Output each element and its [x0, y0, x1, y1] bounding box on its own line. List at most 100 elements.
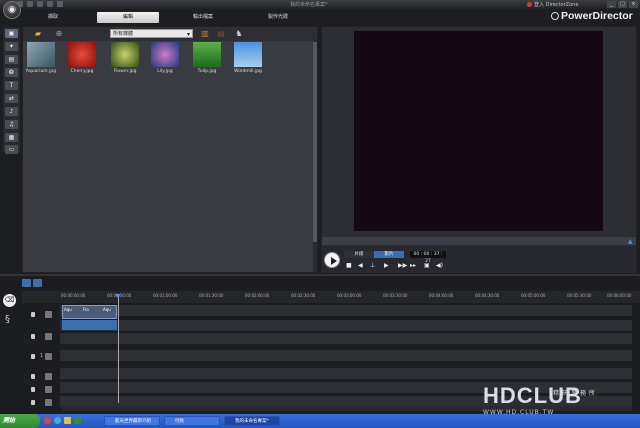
video-track[interactable]	[60, 305, 632, 316]
media-item[interactable]	[193, 42, 221, 67]
media-room-icon[interactable]: ▣	[5, 29, 18, 38]
app-logo-icon[interactable]: ◉	[3, 1, 21, 19]
taskbar-item[interactable]: 藍光世界最新介紹	[104, 416, 160, 426]
taskbar-item[interactable]: 付款	[164, 416, 220, 426]
ruler-tick: 00:04:30:00	[475, 293, 500, 298]
ie-icon[interactable]	[54, 417, 61, 424]
particle-room-icon[interactable]: ❂	[5, 68, 18, 77]
brand-title: PowerDirector	[551, 10, 633, 22]
taskbar-item-active[interactable]: 我的未命名專案*	[224, 416, 280, 426]
title-bar: 我的未命名專案* 登入 DirectorZone	[0, 0, 640, 9]
title-track-header	[22, 385, 59, 396]
download-media-icon[interactable]: ⊕	[53, 29, 65, 38]
preview-scrub-bar[interactable]	[322, 237, 636, 245]
fast-forward-icon[interactable]: ▶▶	[398, 262, 407, 269]
media-filter-select[interactable]: 所有媒體	[110, 29, 193, 39]
view-audio-icon[interactable]: ♞	[233, 29, 245, 38]
quick-launch	[44, 417, 81, 424]
library-toolbar: ▰ ⊕ 所有媒體 ▥ ▤ ♞	[23, 27, 317, 41]
start-button[interactable]: 開始	[0, 414, 40, 428]
save-project-icon[interactable]	[37, 1, 43, 7]
cyberlink-logo-icon	[551, 12, 559, 20]
view-video-icon[interactable]: ▥	[199, 29, 211, 38]
pip-track[interactable]	[60, 333, 632, 344]
pip-track-header: 1	[22, 352, 59, 363]
video-track-header	[22, 310, 59, 321]
timecode-display[interactable]: 00 : 00 : 37 : 27	[410, 251, 446, 264]
delete-icon[interactable]: ⌫	[3, 294, 16, 307]
view-image-icon[interactable]: ▤	[215, 29, 227, 38]
ruler-tick: 00:02:00:00	[245, 293, 270, 298]
open-project-icon[interactable]	[27, 1, 33, 7]
ruler-tick: 00:02:30:00	[291, 293, 316, 298]
app-icon[interactable]	[74, 417, 81, 424]
minimize-button[interactable]: _	[607, 1, 616, 8]
storyboard-view-icon[interactable]	[22, 279, 31, 287]
next-frame-icon[interactable]: ▶	[384, 262, 389, 269]
voiceover-icon[interactable]: ♫	[5, 120, 18, 129]
login-link[interactable]: 登入 DirectorZone	[527, 1, 578, 8]
ruler-tick: 00:01:00:00	[153, 293, 178, 298]
tab-capture[interactable]: 擷取	[22, 12, 84, 23]
lock-icon[interactable]	[31, 374, 35, 379]
lock-icon[interactable]	[31, 400, 35, 405]
clip-mode-button[interactable]: 片段	[344, 251, 374, 258]
effect-track[interactable]	[60, 368, 632, 379]
prev-frame-icon[interactable]: ◀	[358, 262, 363, 269]
title-room-icon[interactable]: T	[5, 81, 18, 90]
lock-icon[interactable]	[31, 334, 35, 339]
browser-icon[interactable]	[44, 417, 51, 424]
thumbnail-image	[68, 42, 96, 67]
library-scrollbar[interactable]	[313, 40, 317, 272]
undo-icon[interactable]	[47, 1, 53, 7]
ruler-tick: 00:00:00:00	[61, 293, 86, 298]
redo-icon[interactable]	[57, 1, 63, 7]
movie-mode-button[interactable]: 影片	[374, 251, 404, 258]
tab-edit[interactable]: 編輯	[97, 12, 159, 23]
timeline-playhead[interactable]	[115, 294, 121, 403]
quick-access-toolbar	[17, 1, 63, 7]
thumbnail-image	[193, 42, 221, 67]
ruler-tick: 00:01:30:00	[199, 293, 224, 298]
media-item[interactable]	[151, 42, 179, 67]
pip-room-icon[interactable]: ▤	[5, 55, 18, 64]
tab-produce[interactable]: 輸出檔案	[172, 12, 234, 23]
audio-track[interactable]	[60, 320, 632, 331]
chapter-room-icon[interactable]: ▦	[5, 133, 18, 142]
timeline-view-icon[interactable]	[33, 279, 42, 287]
effect-room-icon[interactable]: ✦	[5, 42, 18, 51]
import-folder-icon[interactable]: ▰	[32, 29, 44, 38]
window-controls: _ □ ×	[607, 1, 638, 8]
pip-track-icon	[45, 353, 52, 360]
marker-icon[interactable]: ▲	[628, 238, 633, 245]
effect-track-header	[22, 372, 59, 383]
volume-icon[interactable]: ◀)	[436, 262, 443, 269]
lock-icon[interactable]	[31, 354, 35, 359]
play-button[interactable]	[324, 252, 340, 268]
media-item-label: Tulip.jpg	[197, 69, 217, 74]
fullscreen-icon[interactable]: ▣	[424, 262, 430, 269]
media-item[interactable]	[234, 42, 262, 67]
close-button[interactable]: ×	[629, 1, 638, 8]
maximize-button[interactable]: □	[618, 1, 627, 8]
video-clip[interactable]: Aqu Flo Aqu	[62, 305, 117, 319]
media-item-label: Lily.jpg	[157, 69, 173, 74]
media-item[interactable]	[111, 42, 139, 67]
skip-icon[interactable]: ▸▸	[410, 262, 416, 269]
tab-create-disc[interactable]: 製作光碟	[247, 12, 309, 23]
subtitle-room-icon[interactable]: ▭	[5, 145, 18, 154]
snapshot-icon[interactable]: ⊥	[370, 262, 375, 269]
media-item[interactable]	[68, 42, 96, 67]
magic-tool-icon[interactable]: §	[5, 314, 10, 325]
lock-icon[interactable]	[31, 387, 35, 392]
thumbnail-image	[234, 42, 262, 67]
transition-room-icon[interactable]: ⇄	[5, 94, 18, 103]
audio-mixing-icon[interactable]: ♪	[5, 107, 18, 116]
audio-clip[interactable]	[62, 320, 117, 330]
media-item[interactable]	[27, 42, 55, 67]
pip-audio-track[interactable]	[60, 350, 632, 361]
watermark: HDCLUB 精研事務所 WWW.HD.CLUB.TW	[483, 385, 633, 417]
lock-icon[interactable]	[31, 312, 35, 317]
folder-icon[interactable]	[64, 417, 71, 424]
stop-icon[interactable]: ■	[346, 262, 352, 269]
